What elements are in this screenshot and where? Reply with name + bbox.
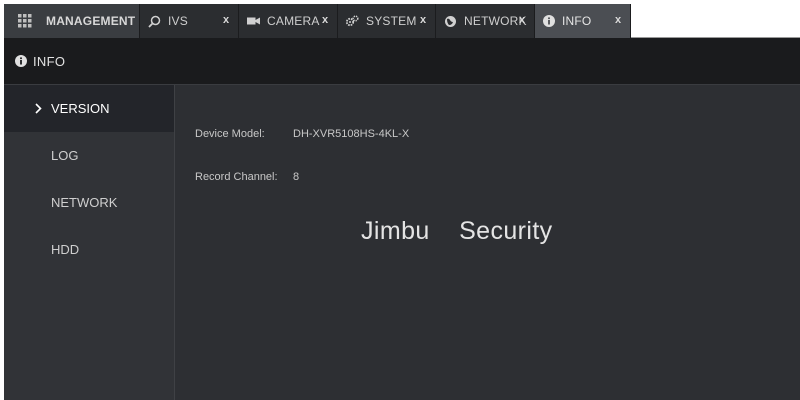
tab-ivs-close-button[interactable]: x — [220, 14, 232, 26]
app-window: MANAGEMENT IVS x CAMERA x SYSTEM x NETWO… — [4, 4, 800, 400]
tab-info-label: INFO — [562, 14, 592, 28]
tab-ivs[interactable]: IVS x — [140, 4, 239, 38]
sidebar-item-network[interactable]: NETWORK — [4, 179, 174, 226]
tab-system[interactable]: SYSTEM x — [338, 4, 436, 38]
tab-ivs-label: IVS — [168, 14, 188, 28]
tab-system-close-button[interactable]: x — [417, 14, 429, 26]
tab-network-close-button[interactable]: x — [516, 14, 528, 26]
tab-info[interactable]: INFO x — [535, 4, 631, 38]
sidebar-item-log[interactable]: LOG — [4, 132, 174, 179]
tab-camera-close-button[interactable]: x — [319, 14, 331, 26]
sidebar-item-version[interactable]: VERSION — [4, 85, 174, 132]
tab-bar-empty-area — [631, 4, 800, 38]
tab-system-label: SYSTEM — [366, 14, 417, 28]
sidebar-item-hdd[interactable]: HDD — [4, 226, 174, 273]
device-model-value: DH-XVR5108HS-4KL-X — [293, 128, 410, 140]
tab-management[interactable]: MANAGEMENT — [4, 4, 140, 38]
sidebar-item-label: HDD — [51, 242, 80, 257]
tab-network[interactable]: NETWORK x — [436, 4, 535, 38]
tab-management-label: MANAGEMENT — [46, 14, 136, 28]
tab-camera[interactable]: CAMERA x — [239, 4, 338, 38]
sidebar-item-label: LOG — [51, 148, 79, 163]
tab-camera-label: CAMERA — [267, 14, 320, 28]
sidebar-item-label: NETWORK — [51, 195, 118, 210]
page-header: INFO — [4, 38, 800, 85]
gears-icon — [346, 15, 359, 27]
version-panel: Device Model: DH-XVR5108HS-4KL-X Record … — [175, 85, 800, 400]
record-channel-label: Record Channel: — [195, 171, 278, 183]
grid-icon — [18, 14, 32, 28]
sidebar-item-label: VERSION — [51, 101, 110, 116]
tab-info-close-button[interactable]: x — [612, 14, 624, 26]
device-model-label: Device Model: — [195, 128, 265, 140]
globe-icon — [444, 15, 457, 28]
camera-icon — [247, 16, 260, 26]
page-title: INFO — [33, 53, 66, 69]
sidebar: VERSION LOG NETWORK HDD — [4, 85, 175, 400]
watermark-text: Jimbu Security — [361, 217, 553, 245]
info-icon — [15, 55, 27, 67]
chevron-right-icon — [35, 102, 42, 117]
info-icon — [543, 15, 555, 27]
tab-bar: MANAGEMENT IVS x CAMERA x SYSTEM x NETWO… — [4, 4, 800, 38]
record-channel-value: 8 — [293, 171, 300, 183]
ivs-search-icon — [148, 15, 161, 28]
